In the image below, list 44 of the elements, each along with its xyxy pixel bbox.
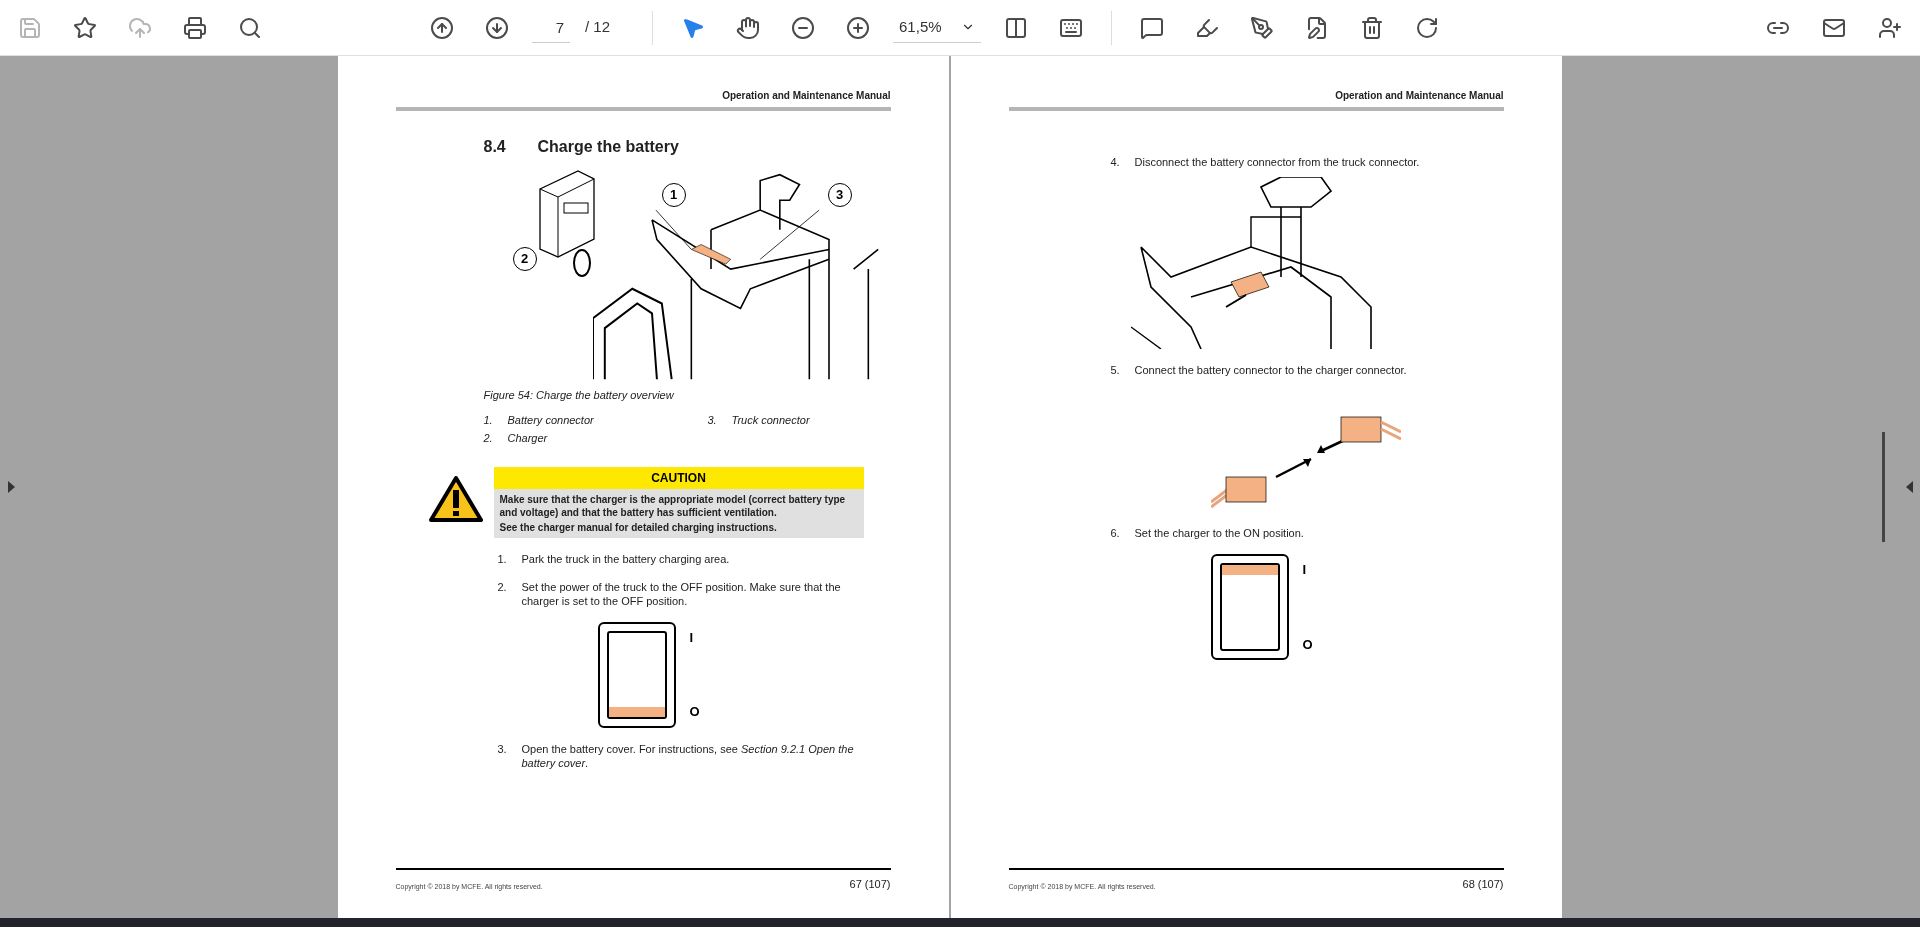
scrollbar-thumb[interactable] <box>1881 432 1885 542</box>
right-panel-toggle-icon[interactable] <box>1905 481 1913 493</box>
step-number: 4. <box>1110 155 1121 169</box>
legend-number: 1. <box>483 412 494 428</box>
running-header: Operation and Maintenance Manual <box>1335 89 1504 103</box>
off-label: O <box>1302 635 1313 654</box>
caution-text: Make sure that the charger is the appropriate model (correct battery type and voltage) and that the battery has sufficient ventilation. <box>499 492 847 519</box>
switch-indicator <box>1221 565 1278 575</box>
step-number: 3. <box>497 741 508 757</box>
running-header: Operation and Maintenance Manual <box>722 89 891 103</box>
on-label: I <box>689 628 695 647</box>
figure-caption: Figure 54: Charge the battery overview <box>483 388 675 403</box>
step-number: 6. <box>1110 526 1121 540</box>
left-panel-toggle-icon[interactable] <box>7 481 15 493</box>
caution-text: See the charger manual for detailed charging instructions. <box>499 520 778 534</box>
step-text: Set the charger to the ON position. <box>1134 526 1304 540</box>
legend-number: 2. <box>483 431 494 446</box>
caution-title: CAUTION <box>493 466 864 489</box>
step-number: 2. <box>497 579 508 595</box>
legend-text: Battery connector <box>507 412 594 428</box>
step-text: Park the truck in the battery charging area. <box>521 551 730 566</box>
callout-number: 3 <box>827 183 852 207</box>
warning-icon <box>427 474 484 523</box>
legend-text: Truck connector <box>731 412 810 428</box>
step-number: 5. <box>1110 363 1121 377</box>
step-text: Connect the battery connector to the charger connector. <box>1134 363 1407 377</box>
legend-text: Charger <box>507 431 548 446</box>
step-number: 1. <box>497 551 508 566</box>
legend-number: 3. <box>707 412 718 428</box>
page-number: 68 (107) <box>1462 876 1504 892</box>
section-number: 8.4 <box>483 137 507 157</box>
step-text: Disconnect the battery connector from the truck connector. <box>1134 155 1420 169</box>
on-label: I <box>1302 561 1308 579</box>
step-text: Set the power of the truck to the OFF position. Make sure that the charger is set to the OFF position. <box>521 579 842 608</box>
callout-number: 2 <box>512 247 537 271</box>
zoom-field[interactable]: 61,5% <box>893 12 982 43</box>
page-number-field[interactable]: 7 <box>532 12 570 43</box>
section-title: Charge the battery <box>537 137 679 157</box>
page-total: / 12 <box>585 17 611 38</box>
off-label: O <box>689 703 700 721</box>
switch-indicator <box>608 706 665 717</box>
step-text: Open the battery cover. For instructions, see Section 9.2.1 Open the battery cover. <box>521 741 855 770</box>
callout-number: 1 <box>661 183 686 207</box>
page-number: 67 (107) <box>849 876 891 892</box>
